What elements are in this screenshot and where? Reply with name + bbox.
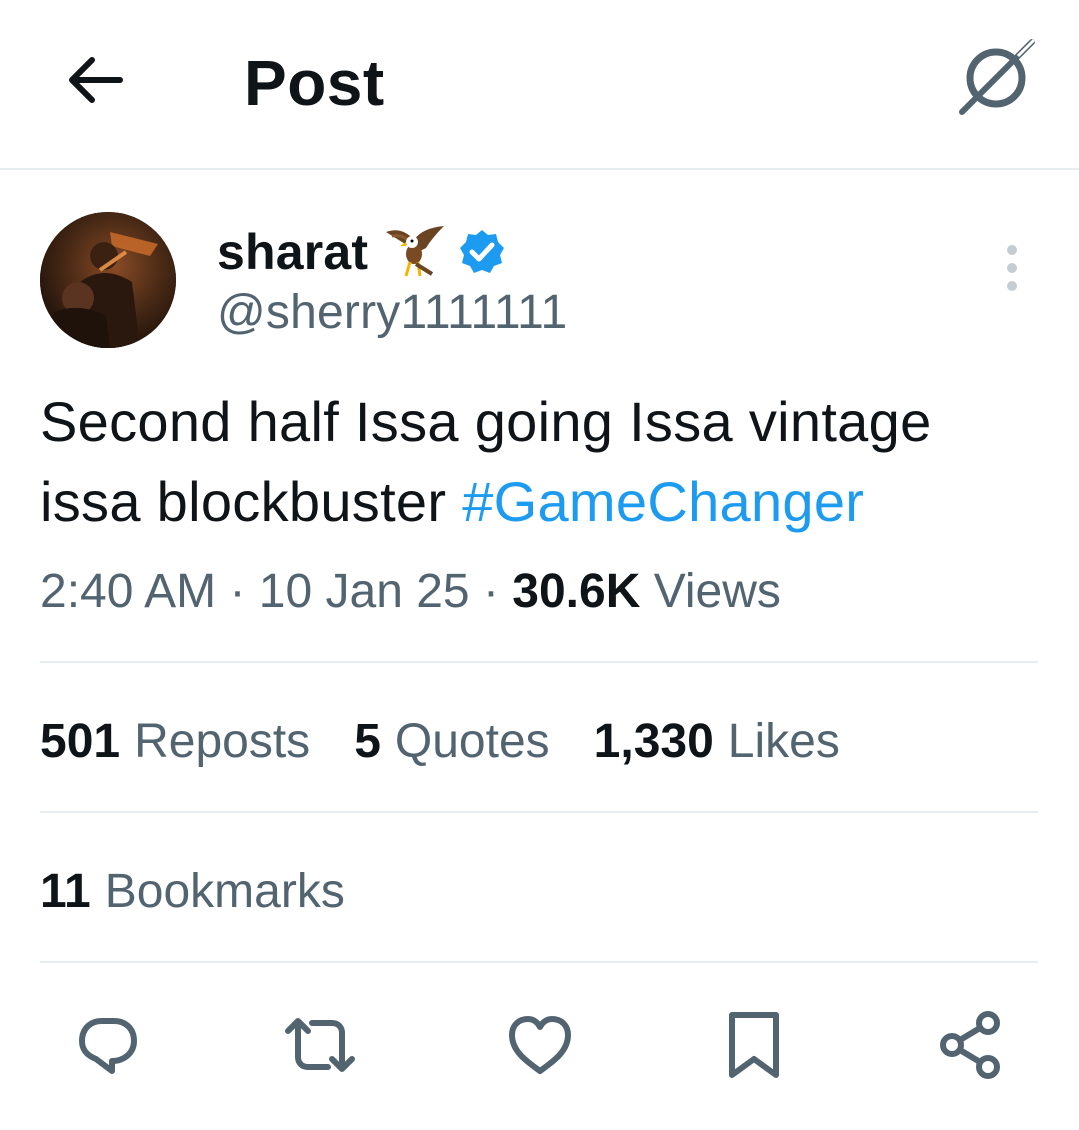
divider <box>40 961 1038 963</box>
views-label: Views <box>653 565 781 618</box>
like-icon <box>509 1016 571 1074</box>
views-count: 30.6K <box>512 565 641 618</box>
likes-label: Likes <box>727 715 840 768</box>
share-icon <box>940 1011 1000 1079</box>
back-button[interactable] <box>58 48 130 112</box>
tweet-date[interactable]: 10 Jan 25 <box>259 565 470 618</box>
bookmark-icon <box>729 1012 779 1078</box>
author-name-row[interactable]: sharat <box>217 222 506 282</box>
divider <box>40 811 1038 813</box>
grok-icon <box>959 38 1036 115</box>
reposts-label: Reposts <box>134 715 311 768</box>
likes-stat[interactable]: 1,330 Likes <box>594 712 840 772</box>
reply-icon <box>79 1018 137 1074</box>
tweet-time[interactable]: 2:40 AM <box>40 565 216 618</box>
engagement-stats: 501 Reposts 5 Quotes 1,330 Likes <box>40 712 884 772</box>
meta-separator: · <box>216 565 259 618</box>
hashtag-link[interactable]: #GameChanger <box>462 470 864 533</box>
arrow-left-icon <box>69 57 123 103</box>
more-dot-icon <box>1007 281 1017 291</box>
reposts-count: 501 <box>40 715 121 768</box>
tweet-text: Second half Issa going Issa vintage issa… <box>40 382 1040 542</box>
repost-icon <box>285 1018 355 1072</box>
reposts-stat[interactable]: 501 Reposts <box>40 712 310 772</box>
divider <box>40 661 1038 663</box>
more-options-button[interactable] <box>990 236 1034 300</box>
avatar-image <box>40 212 176 348</box>
action-bar <box>0 1005 1079 1085</box>
avatar[interactable] <box>40 212 176 348</box>
bookmark-button[interactable] <box>712 1005 796 1085</box>
author-handle[interactable]: @sherry1111111 <box>217 285 567 340</box>
share-button[interactable] <box>928 1005 1012 1085</box>
bookmarks-count: 11 <box>40 865 91 918</box>
quotes-label: Quotes <box>394 715 550 768</box>
reply-button[interactable] <box>66 1005 150 1085</box>
bookmarks-label: Bookmarks <box>104 865 345 918</box>
top-bar: Post <box>0 0 1079 170</box>
grok-button[interactable] <box>950 36 1042 120</box>
tweet-meta: 2:40 AM · 10 Jan 25 · 30.6K Views <box>40 562 781 622</box>
repost-button[interactable] <box>278 1005 362 1085</box>
meta-separator: · <box>469 565 513 618</box>
page-title: Post <box>244 47 385 119</box>
like-button[interactable] <box>498 1005 582 1085</box>
quotes-stat[interactable]: 5 Quotes <box>354 712 549 772</box>
more-dot-icon <box>1007 263 1017 273</box>
eagle-emoji-icon <box>386 226 445 277</box>
verified-badge-icon <box>460 230 505 273</box>
more-dot-icon <box>1007 245 1017 255</box>
likes-count: 1,330 <box>593 715 714 768</box>
bookmarks-stat[interactable]: 11 Bookmarks <box>40 862 345 922</box>
display-name[interactable]: sharat <box>217 223 368 281</box>
quotes-count: 5 <box>354 715 381 768</box>
